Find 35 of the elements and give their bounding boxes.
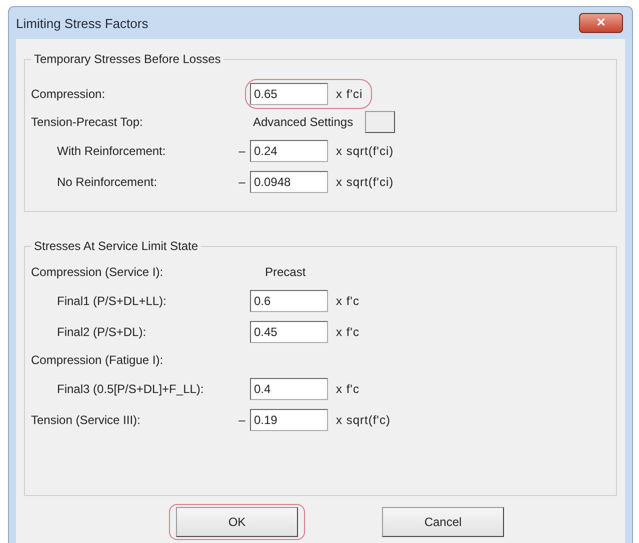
unit-label: x f'c (336, 324, 360, 338)
minus-sign: – (238, 144, 246, 158)
field-label: Final2 (P/S+DL): (57, 324, 148, 338)
field-label: No Reinforcement: (57, 174, 158, 188)
unit-label: x sqrt(f'c) (336, 412, 390, 426)
input-field[interactable]: 0.4 (250, 378, 328, 400)
input-field[interactable]: 0.45 (250, 320, 328, 342)
window-title: Limiting Stress Factors (16, 16, 148, 30)
input-field[interactable]: 0.24 (250, 140, 328, 162)
field-label: Tension (Service III): (31, 412, 142, 426)
column-header: Precast (265, 265, 306, 279)
field-label: Final1 (P/S+DL+LL): (57, 294, 168, 308)
settings-label: Advanced Settings (253, 115, 354, 129)
cancel-button[interactable]: Cancel (382, 507, 504, 537)
input-field[interactable]: 0.0948 (250, 170, 328, 192)
minus-sign: – (238, 174, 246, 188)
minus-sign: – (238, 412, 246, 426)
field-label: Final3 (0.5[P/S+DL]+F_LL): (57, 382, 205, 396)
field-label: Compression: (31, 86, 106, 100)
unit-label: x f'ci (336, 86, 363, 100)
group-title: Stresses At Service Limit State (31, 239, 202, 253)
unit-label: x sqrt(f'ci) (336, 144, 394, 158)
group-title: Temporary Stresses Before Losses (31, 52, 224, 66)
unit-label: x f'c (336, 294, 360, 308)
input-field[interactable]: 0.19 (250, 408, 328, 430)
input-field[interactable]: 0.6 (250, 290, 328, 312)
section-label: Compression (Service I): (31, 265, 164, 279)
section-label: Compression (Fatigue I): (31, 353, 164, 367)
section-label: Tension-Precast Top: (31, 115, 144, 129)
unit-label: x f'c (336, 382, 360, 396)
unit-label: x sqrt(f'ci) (336, 174, 394, 188)
advanced-settings-button[interactable] (365, 111, 396, 133)
ok-button[interactable]: OK (176, 507, 298, 537)
field-label: With Reinforcement: (57, 144, 167, 158)
input-field[interactable]: 0.65 (250, 82, 328, 104)
